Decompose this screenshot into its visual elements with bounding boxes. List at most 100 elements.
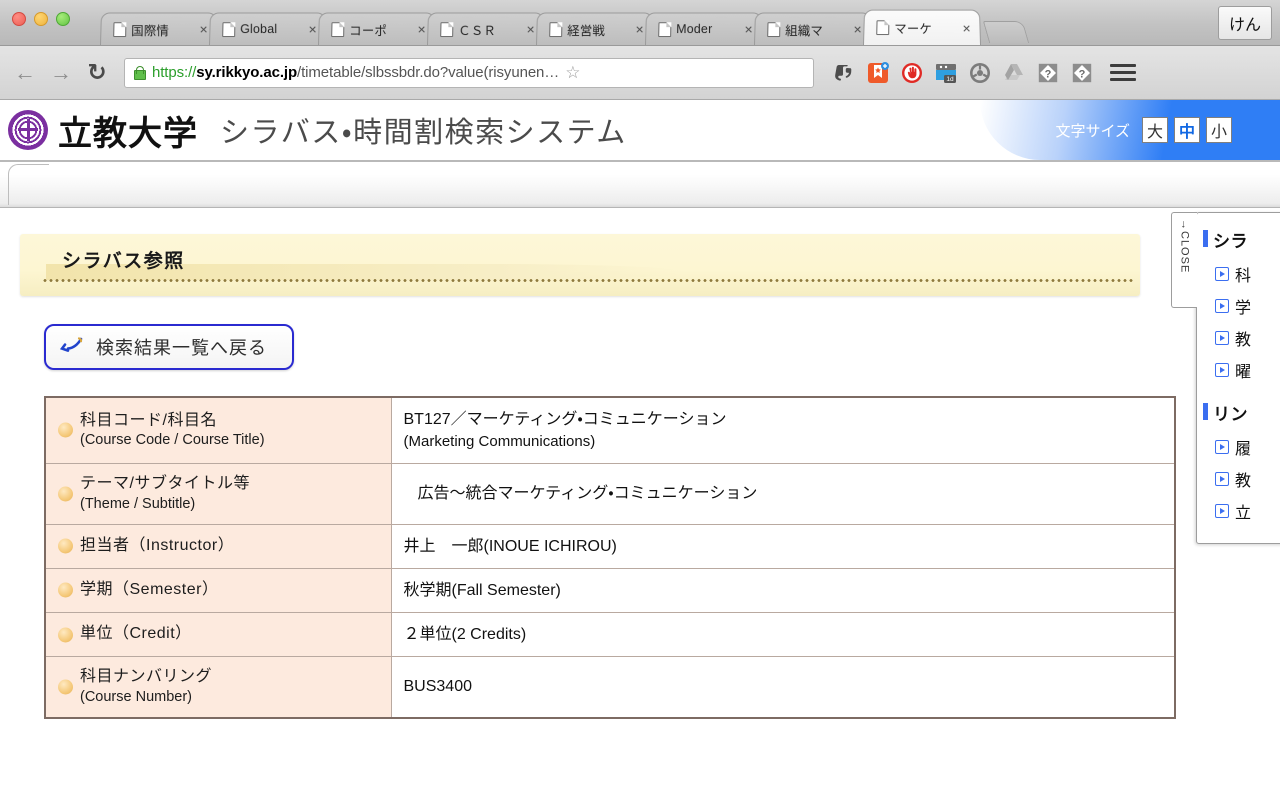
minimize-window-button[interactable] — [34, 12, 48, 26]
new-tab-button[interactable] — [982, 21, 1030, 43]
row-value-secondary: (Marketing Communications) — [403, 433, 596, 451]
table-row: 学期（Semester） 秋学期(Fall Semester) — [44, 567, 1176, 613]
play-square-icon — [1215, 504, 1229, 518]
back-to-search-results-button[interactable]: 検索結果一覧へ戻る — [44, 324, 294, 370]
tab-close-icon[interactable]: × — [960, 20, 974, 36]
font-size-small-button[interactable]: 小 — [1206, 117, 1232, 143]
tab-title: 組織マ — [785, 23, 824, 38]
maximize-window-button[interactable] — [56, 12, 70, 26]
page-favicon-icon — [549, 21, 563, 37]
address-bar-url: https://sy.rikkyo.ac.jp/timetable/slbssb… — [152, 64, 559, 81]
page-title-banner: シラバス参照 — [20, 234, 1140, 296]
font-size-large-button[interactable]: 大 — [1142, 117, 1168, 143]
browser-tab-7[interactable]: 組織マ × — [754, 12, 872, 45]
side-item-links-2[interactable]: 立 — [1197, 495, 1280, 527]
row-bullet-icon — [58, 422, 73, 438]
browser-tab-1[interactable]: 国際情 × — [100, 12, 218, 45]
back-navigation-icon[interactable]: ← — [10, 58, 40, 88]
row-bullet-icon — [58, 679, 73, 695]
tab-title: 経営戦 — [567, 23, 606, 38]
play-square-icon — [1215, 331, 1229, 345]
side-item-syllabus-2[interactable]: 教 — [1197, 322, 1280, 354]
svg-text:1d: 1d — [946, 76, 954, 83]
browser-tab-5[interactable]: 経営戦 × — [536, 12, 654, 45]
tab-title: マーケ — [894, 22, 933, 37]
row-value-primary: 広告～統合マーケティング・コミュニケーション — [417, 485, 758, 503]
side-item-label: 学 — [1235, 300, 1252, 317]
side-item-label: 履 — [1235, 441, 1252, 458]
row-value-cell: ２単位(2 Credits) — [390, 611, 1176, 658]
tab-title: 国際情 — [131, 23, 170, 38]
bookmark-star-icon[interactable]: ☆ — [565, 64, 583, 81]
syllabus-detail-table: 科目コード/科目名 (Course Code / Course Title) B… — [44, 396, 1176, 719]
page-favicon-icon — [113, 21, 127, 37]
row-label-cell: 学期（Semester） — [44, 567, 392, 613]
browser-tab-2[interactable]: Global × — [209, 12, 327, 45]
diamond-question-icon[interactable]: ? — [1036, 61, 1060, 85]
side-item-links-1[interactable]: 教 — [1197, 463, 1280, 495]
address-bar[interactable]: https://sy.rikkyo.ac.jp/timetable/slbssb… — [124, 57, 814, 88]
hamburger-menu-icon[interactable] — [1110, 61, 1136, 85]
row-value-primary: 井上 一郎(INOUE ICHIROU) — [403, 537, 617, 555]
browser-tab-3[interactable]: コーポ × — [318, 12, 436, 45]
page-favicon-icon — [876, 20, 890, 36]
secondary-nav-bar — [0, 162, 1280, 208]
side-section-heading-syllabus: シラ — [1197, 223, 1280, 258]
tab-title: コーポ — [349, 23, 388, 38]
row-label-cell: テーマ/サブタイトル等 (Theme / Subtitle) — [44, 462, 392, 525]
play-square-icon — [1215, 363, 1229, 377]
row-label-cell: 担当者（Instructor） — [44, 523, 392, 569]
row-label-jp: 担当者（Instructor） — [80, 536, 235, 554]
row-value-primary: 秋学期(Fall Semester) — [403, 581, 561, 599]
close-window-button[interactable] — [12, 12, 26, 26]
reload-icon[interactable]: ↻ — [82, 58, 112, 88]
google-drive-icon[interactable] — [1002, 61, 1026, 85]
evernote-icon[interactable] — [832, 61, 856, 85]
side-item-syllabus-1[interactable]: 学 — [1197, 290, 1280, 322]
font-size-control: 文字サイズ 大 中 小 — [980, 100, 1280, 160]
side-panel-spacer — [1197, 386, 1280, 396]
profile-button[interactable]: けん — [1218, 6, 1272, 40]
row-label-en: (Course Number) — [80, 688, 192, 705]
steering-wheel-icon[interactable] — [968, 61, 992, 85]
side-panel-close-button[interactable]: →CLOSE — [1171, 212, 1197, 308]
side-item-label: 教 — [1235, 332, 1252, 349]
browser-tab-8-active[interactable]: マーケ × — [863, 9, 981, 45]
side-panel-close-label: →CLOSE — [1178, 219, 1191, 274]
side-item-links-0[interactable]: 履 — [1197, 431, 1280, 463]
side-item-label: 立 — [1235, 505, 1252, 522]
diamond-question-icon-2[interactable]: ? — [1070, 61, 1094, 85]
svg-text:?: ? — [1045, 68, 1052, 80]
tab-title: Moder — [676, 22, 713, 37]
table-row: 科目ナンバリング (Course Number) BUS3400 — [44, 656, 1176, 719]
adblock-icon[interactable] — [900, 61, 924, 85]
bookmark-add-icon[interactable] — [866, 61, 890, 85]
tab-title: ＣＳＲ — [458, 23, 497, 38]
onetab-icon[interactable]: 1d — [934, 61, 958, 85]
page-favicon-icon — [440, 21, 454, 37]
tab-title: Global — [240, 22, 278, 37]
browser-tab-4[interactable]: ＣＳＲ × — [427, 12, 545, 45]
font-size-medium-button[interactable]: 中 — [1174, 117, 1200, 143]
row-label-cell: 単位（Credit） — [44, 611, 392, 658]
extension-icon-bar: 1d ? ? — [832, 61, 1094, 85]
row-label-jp: テーマ/サブタイトル等 — [80, 474, 250, 492]
row-label-cell: 科目ナンバリング (Course Number) — [44, 656, 392, 719]
play-square-icon — [1215, 299, 1229, 313]
side-item-syllabus-3[interactable]: 曜 — [1197, 354, 1280, 386]
row-label-jp: 科目ナンバリング — [80, 668, 213, 686]
row-value-primary: BUS3400 — [403, 678, 473, 696]
page-favicon-icon — [767, 21, 781, 37]
browser-toolbar: ← → ↻ https://sy.rikkyo.ac.jp/timetable/… — [0, 46, 1280, 100]
row-label-cell: 科目コード/科目名 (Course Code / Course Title) — [44, 396, 392, 464]
page-content: シラバス参照 検索結果一覧へ戻る 科目コード/科目名 (Course Code … — [0, 208, 1280, 800]
side-item-syllabus-0[interactable]: 科 — [1197, 258, 1280, 290]
forward-navigation-icon[interactable]: → — [46, 58, 76, 88]
svg-text:?: ? — [1079, 68, 1086, 80]
play-square-icon — [1215, 472, 1229, 486]
window-controls — [12, 12, 70, 26]
side-navigation-panel: →CLOSE シラ 科 学 教 曜 リン 履 教 立 — [1171, 212, 1280, 544]
url-host: sy.rikkyo.ac.jp — [196, 64, 298, 81]
browser-tab-6[interactable]: Moder × — [645, 12, 763, 45]
table-row: 単位（Credit） ２単位(2 Credits) — [44, 611, 1176, 658]
